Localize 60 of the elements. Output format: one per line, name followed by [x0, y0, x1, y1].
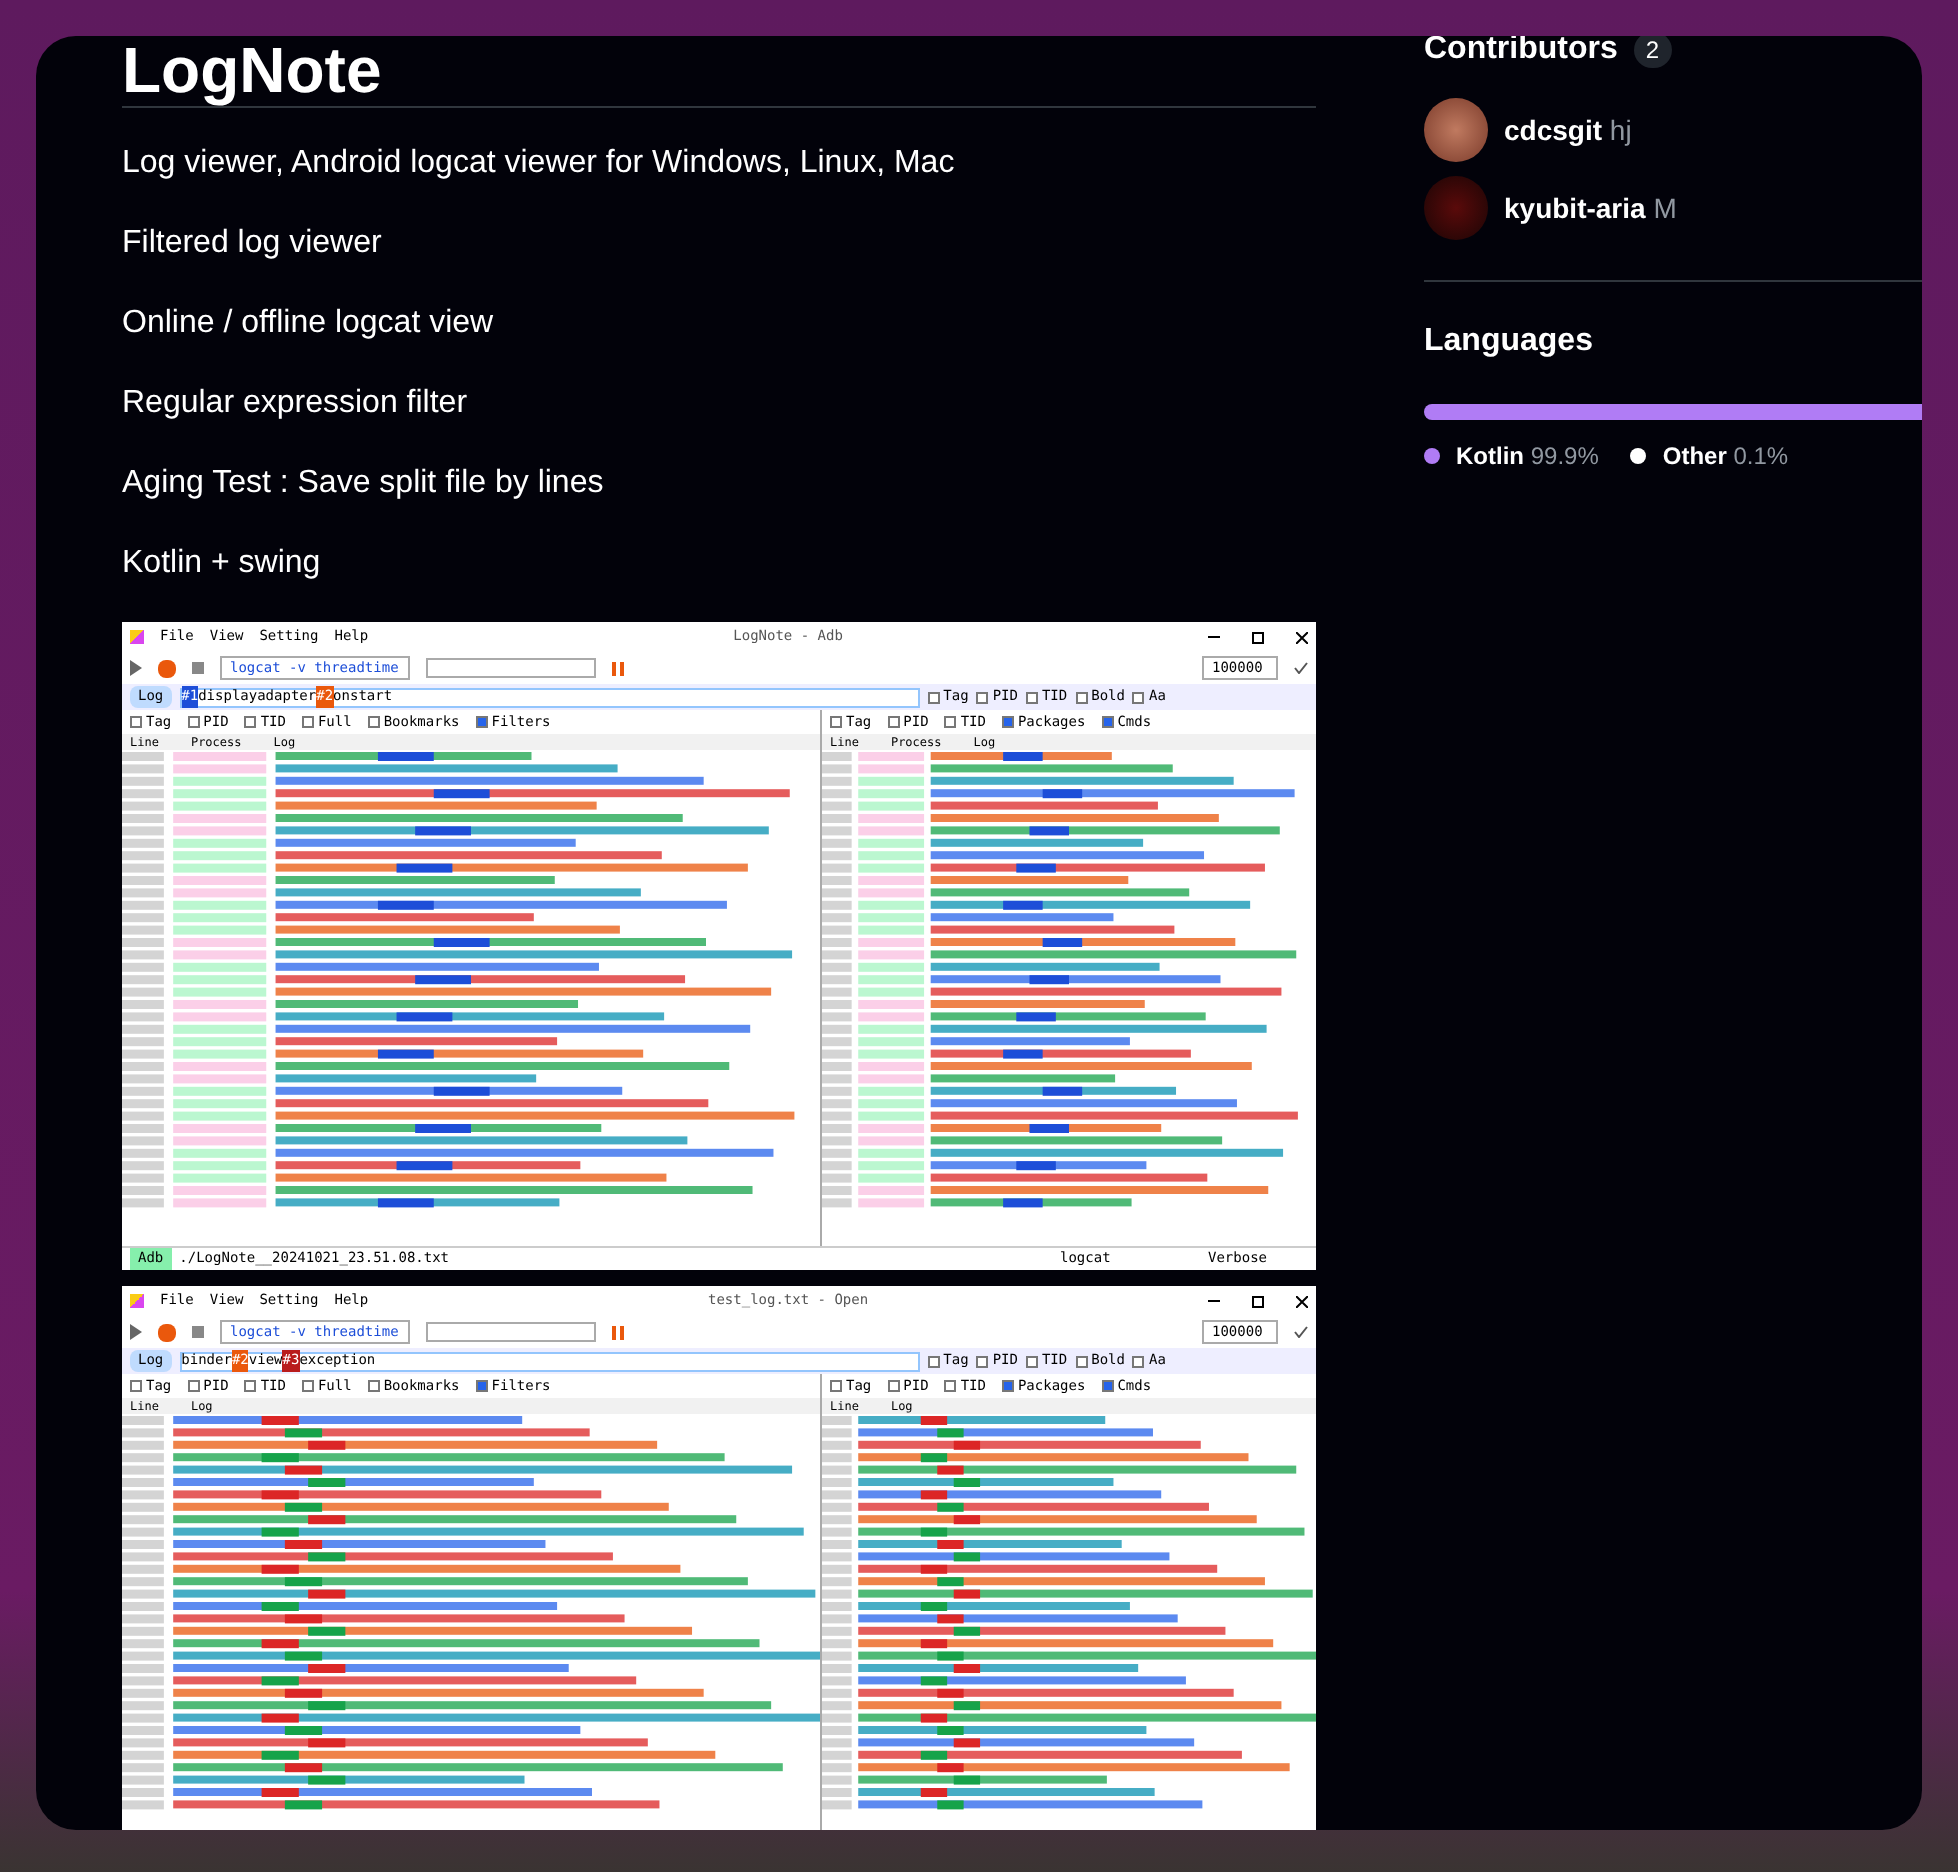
checkbox[interactable] — [976, 1355, 989, 1367]
close-icon[interactable] — [1296, 631, 1308, 643]
device-dropdown[interactable] — [426, 1322, 596, 1342]
checkbox[interactable] — [1001, 1380, 1014, 1392]
checkbox[interactable] — [367, 716, 380, 728]
checkbox[interactable] — [830, 716, 842, 728]
checkbox[interactable] — [944, 1380, 957, 1392]
checkbox[interactable] — [830, 1380, 842, 1392]
maximize-icon[interactable] — [1252, 1295, 1264, 1307]
language-label: Kotlin 99.9% — [1456, 440, 1599, 474]
app-logo-icon — [130, 630, 144, 644]
checkbox[interactable] — [130, 716, 142, 728]
pause-icon[interactable] — [612, 661, 624, 675]
readme-line: Filtered log viewer — [122, 224, 384, 264]
checkbox[interactable] — [1101, 716, 1114, 728]
checkbox[interactable] — [475, 716, 488, 728]
connect-icon[interactable] — [158, 659, 176, 677]
readme-title: LogNote — [122, 36, 1316, 108]
checkbox[interactable] — [187, 716, 200, 728]
checkbox[interactable] — [130, 1380, 142, 1392]
checkbox[interactable] — [1101, 1380, 1114, 1392]
checkbox[interactable] — [1075, 1355, 1088, 1367]
checkbox[interactable] — [475, 1380, 488, 1392]
checkbox[interactable] — [187, 1380, 200, 1392]
checkbox[interactable] — [1025, 1355, 1038, 1367]
app-logo-icon — [130, 1294, 144, 1308]
checkbox[interactable] — [244, 716, 257, 728]
checkbox[interactable] — [301, 1380, 314, 1392]
language-label: Other 0.1% — [1662, 440, 1789, 474]
avatar[interactable] — [1424, 98, 1488, 162]
device-dropdown[interactable] — [426, 658, 596, 678]
checkbox[interactable] — [244, 1380, 257, 1392]
connect-icon[interactable] — [158, 1323, 176, 1341]
checkbox[interactable] — [976, 691, 989, 703]
pause-icon[interactable] — [612, 1325, 624, 1339]
count-badge: 2 — [1633, 36, 1672, 68]
checkbox[interactable] — [927, 1355, 940, 1367]
readme-line: Online / offline logcat view — [122, 304, 496, 344]
contributor-link[interactable]: kyubit-aria M — [1504, 187, 1677, 229]
checkbox[interactable] — [944, 716, 957, 728]
checkbox[interactable] — [367, 1380, 380, 1392]
checkbox[interactable] — [1132, 691, 1145, 703]
checkbox[interactable] — [1075, 691, 1088, 703]
checkbox[interactable] — [1132, 1355, 1145, 1367]
readme-line: Kotlin + swing — [122, 544, 323, 584]
readme-line: Log viewer, Android logcat viewer for Windows, Linux, Mac — [122, 144, 957, 184]
check-icon[interactable] — [1294, 662, 1308, 674]
languages-heading: Languages — [1424, 322, 1595, 362]
checkbox[interactable] — [887, 1380, 900, 1392]
maximize-icon[interactable] — [1252, 631, 1264, 643]
checkbox[interactable] — [887, 716, 900, 728]
close-icon[interactable] — [1296, 1295, 1308, 1307]
readme-line: Aging Test : Save split file by lines — [122, 464, 606, 504]
checkbox[interactable] — [301, 716, 314, 728]
checkbox[interactable] — [927, 691, 940, 703]
checkbox[interactable] — [1001, 716, 1014, 728]
checkbox[interactable] — [1025, 691, 1038, 703]
check-icon[interactable] — [1294, 1326, 1308, 1338]
readme-line: Regular expression filter — [122, 384, 470, 424]
contributor-link[interactable]: cdcsgit hj — [1504, 109, 1632, 151]
